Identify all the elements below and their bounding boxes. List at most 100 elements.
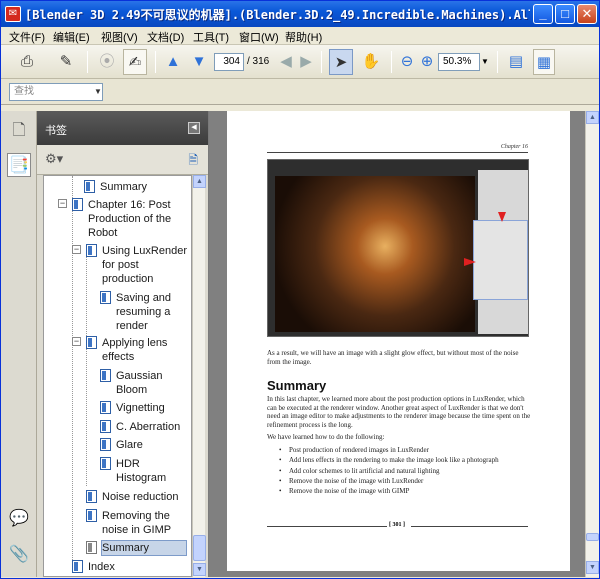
document-page: Chapter 16 As a result, we will have an … — [227, 111, 570, 571]
zoom-in-icon[interactable]: ⊕ — [419, 49, 435, 75]
bookmark-tree: Summary − Chapter 16: Post Production of… — [43, 175, 192, 577]
collapse-toggle-icon[interactable]: − — [72, 337, 81, 346]
running-header: Chapter 16 — [500, 144, 528, 150]
zoom-out-icon[interactable]: ⊖ — [399, 49, 415, 75]
page-number-input[interactable]: 304 — [214, 53, 244, 71]
bookmark-item[interactable]: Chapter 16: Post Production of the Robot — [88, 198, 190, 240]
toolbar-separator — [391, 51, 392, 73]
previous-page-icon[interactable]: ▲ — [163, 49, 183, 75]
menu-document[interactable]: 文档(D) — [147, 29, 184, 45]
attachments-icon[interactable]: 📎 — [7, 543, 31, 567]
document-scrollbar[interactable]: ▲ ▼ — [585, 111, 599, 577]
bookmark-item[interactable]: Summary — [100, 180, 190, 194]
bookmark-item[interactable]: Saving and resuming a render — [116, 291, 190, 333]
bookmark-icon — [86, 509, 97, 522]
minimize-button[interactable]: _ — [533, 4, 553, 24]
next-page-icon[interactable]: ▼ — [189, 49, 209, 75]
hand-tool-icon[interactable]: ✋ — [359, 49, 383, 75]
summary-list: Post production of rendered images in Lu… — [279, 445, 499, 497]
window-title: [Blender 3D 2.49不可思议的机器].(Blender.3D.2_4… — [25, 8, 530, 22]
next-view-icon[interactable]: ▶ — [297, 49, 315, 75]
menu-window[interactable]: 窗口(W) — [239, 29, 279, 45]
header-rule — [267, 152, 528, 153]
render-screenshot-figure — [267, 159, 529, 337]
bookmark-item[interactable]: C. Aberration — [116, 420, 190, 434]
bookmark-item[interactable]: Applying lens effects — [102, 336, 190, 364]
select-tool-icon[interactable]: ➤ — [329, 49, 353, 75]
menu-view[interactable]: 视图(V) — [101, 29, 138, 45]
previous-view-icon[interactable]: ◀ — [277, 49, 295, 75]
scroll-down-icon[interactable]: ▼ — [586, 561, 599, 574]
expand-bookmark-icon[interactable]: 🗎 — [188, 151, 198, 172]
scroll-down-icon[interactable]: ▼ — [193, 563, 206, 576]
collapse-panel-icon[interactable]: ◀ — [188, 122, 200, 134]
list-item: Remove the noise of the image with LuxRe… — [279, 476, 499, 487]
bookmark-icon — [72, 198, 83, 211]
toolbar-separator — [321, 51, 322, 73]
figure-settings-panel — [473, 220, 528, 300]
scrollbar-thumb[interactable] — [586, 533, 599, 541]
navigation-rail: 🗋 📑 💬 📎 — [1, 111, 37, 577]
bookmark-icon — [84, 180, 95, 193]
chevron-down-icon[interactable]: ▼ — [93, 84, 103, 100]
bookmark-item[interactable]: Using LuxRender for post production — [102, 244, 190, 286]
find-input[interactable]: 查找 — [9, 83, 103, 101]
bookmark-icon — [100, 420, 111, 433]
pages-icon[interactable]: 🗋 — [7, 119, 31, 143]
bookmark-scrollbar[interactable]: ▲ ▼ — [192, 175, 206, 577]
scroll-up-icon[interactable]: ▲ — [193, 175, 206, 188]
options-gear-icon[interactable]: ⚙▾ — [45, 151, 63, 167]
bookmark-item[interactable]: Gaussian Bloom — [116, 369, 190, 397]
bookmark-item[interactable]: Index — [88, 560, 188, 574]
panel-title: 书签 — [45, 125, 67, 137]
list-item: Add lens effects in the rendering to mak… — [279, 455, 499, 466]
tree-guide-line — [86, 246, 87, 486]
menu-edit[interactable]: 编辑(E) — [53, 29, 90, 45]
bookmark-item[interactable]: Noise reduction — [102, 490, 190, 504]
paragraph: In this last chapter, we learned more ab… — [267, 395, 531, 429]
page-total: / 316 — [247, 56, 270, 67]
chevron-down-icon[interactable]: ▼ — [480, 53, 490, 71]
bookmark-item[interactable]: HDR Histogram — [116, 457, 190, 485]
bookmark-item-selected[interactable]: Summary — [101, 540, 187, 556]
bookmarks-icon[interactable]: 📑 — [7, 153, 31, 177]
bookmark-icon — [100, 291, 111, 304]
scrollbar-thumb[interactable] — [193, 535, 206, 561]
sign-icon[interactable]: ✍ — [123, 49, 147, 75]
footer-rule — [267, 526, 387, 527]
panel-header: 书签 ◀ — [37, 111, 208, 145]
bookmarks-panel: 书签 ◀ ⚙▾ 🗎 Summary − Chapter 16: Post Pro… — [37, 111, 209, 577]
zoom-level-input[interactable]: 50.3% — [438, 53, 480, 71]
pdf-app-icon[interactable]: ✉ — [5, 6, 21, 22]
figure-caption: As a result, we will have an image with … — [267, 349, 519, 366]
fit-page-icon[interactable]: ▦ — [533, 49, 555, 75]
collapse-toggle-icon[interactable]: − — [72, 245, 81, 254]
paragraph: We have learned how to do the following: — [267, 433, 385, 441]
print-icon[interactable]: ⎙ — [15, 49, 39, 75]
bookmark-icon — [72, 560, 83, 573]
close-button[interactable]: ✕ — [577, 4, 597, 24]
main-toolbar: ⎙ ✎ ⦿ ✍ ▲ ▼ 304 / 316 ◀ ▶ ➤ ✋ ⊖ ⊕ 50.3% … — [1, 45, 599, 79]
menu-file[interactable]: 文件(F) — [9, 29, 45, 45]
title-bar: ✉ [Blender 3D 2.49不可思议的机器].(Blender.3D.2… — [1, 1, 599, 27]
bookmark-item[interactable]: Glare — [116, 438, 190, 452]
footer-rule — [411, 526, 528, 527]
toolbar-separator — [155, 51, 156, 73]
bookmark-icon — [86, 244, 97, 257]
comments-icon[interactable]: 💬 — [7, 507, 31, 531]
bookmark-item[interactable]: Vignetting — [116, 401, 190, 415]
menu-tools[interactable]: 工具(T) — [193, 29, 229, 45]
robot-render-image — [275, 176, 475, 332]
maximize-button[interactable]: □ — [555, 4, 575, 24]
fit-width-icon[interactable]: ▤ — [505, 49, 527, 75]
bookmark-icon — [86, 541, 97, 554]
collaborate-icon[interactable]: ⦿ — [95, 49, 119, 75]
list-item: Remove the noise of the image with GIMP — [279, 486, 499, 497]
collapse-toggle-icon[interactable]: − — [58, 199, 67, 208]
scroll-up-icon[interactable]: ▲ — [586, 111, 599, 124]
find-toolbar: 查找 ▼ — [1, 79, 599, 105]
bookmark-item[interactable]: Removing the noise in GIMP — [102, 509, 190, 537]
menu-help[interactable]: 帮助(H) — [285, 29, 322, 45]
edit-icon[interactable]: ✎ — [51, 49, 81, 75]
page-number: [ 301 ] — [387, 522, 407, 528]
